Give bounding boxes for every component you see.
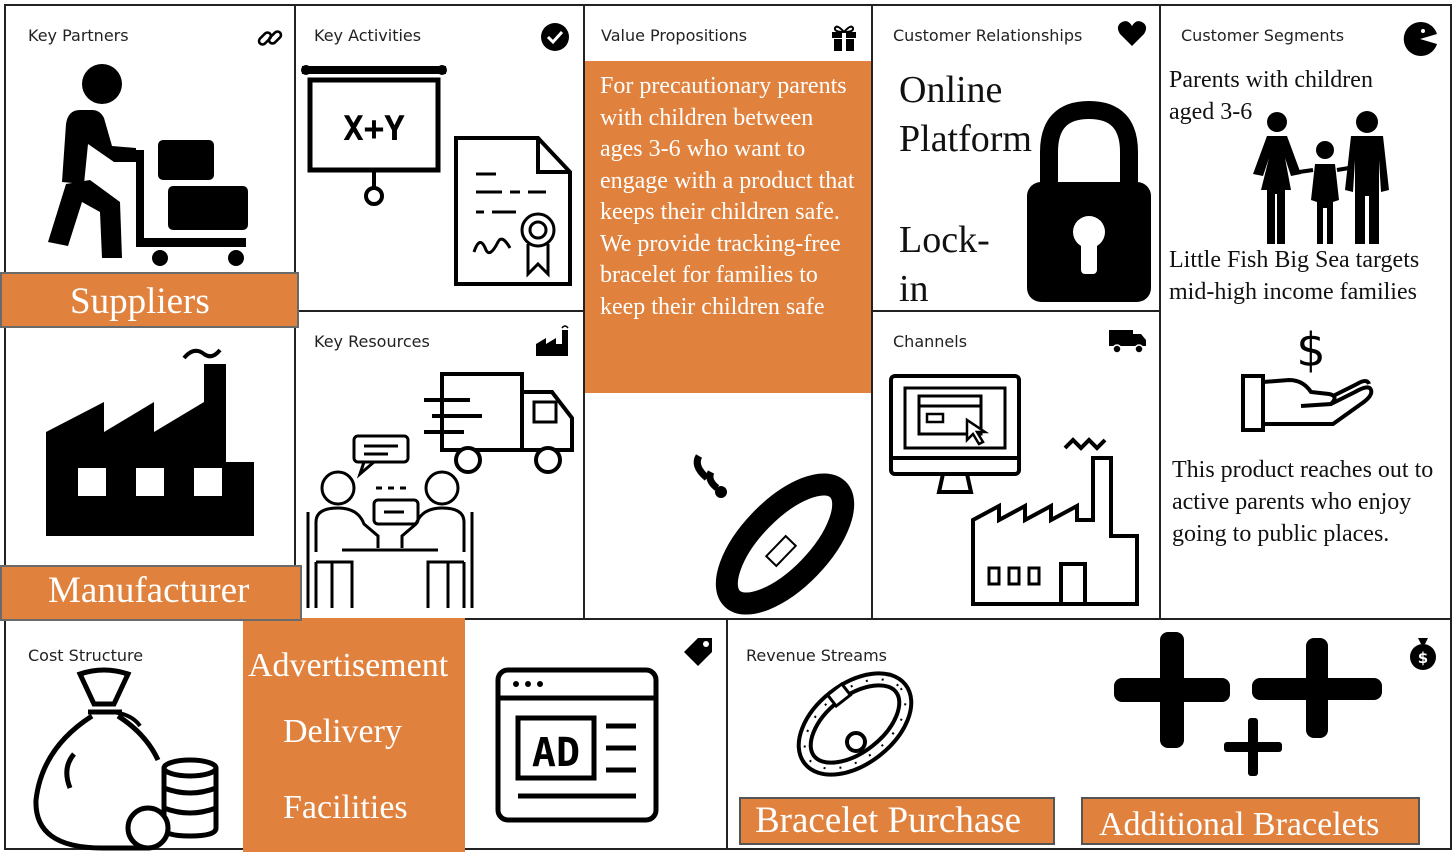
dollar-hand-icon: $	[1241, 322, 1375, 438]
business-model-canvas: Key Partners Key Activities X+Y Key Reso…	[0, 0, 1454, 852]
customer-relationships-header: Customer Relationships	[893, 26, 1083, 45]
customer-segments-header: Customer Segments	[1181, 26, 1345, 45]
segment-text-income: Little Fish Big Sea targets mid-high inc…	[1169, 247, 1420, 305]
partner-manufacturer: Manufacturer	[48, 570, 250, 611]
customer-segments-cell: Customer Segments Parents with children …	[1159, 4, 1452, 620]
cost-items-box: Advertisement Delivery Facilities	[243, 618, 465, 852]
revenue-additional-bracelets: Additional Bracelets	[1099, 806, 1380, 843]
customer-relationships-cell: Customer Relationships Online Platform L…	[871, 4, 1161, 312]
money-bag-icon: $	[1408, 636, 1438, 674]
truck-icon	[1109, 328, 1147, 358]
value-proposition-text: For precautionary parents with children …	[600, 73, 855, 320]
key-partners-header: Key Partners	[28, 26, 129, 45]
key-activities-header: Key Activities	[314, 26, 422, 45]
cost-item-advertisement: Advertisement	[248, 647, 449, 684]
plus-large-icon-2	[1252, 638, 1382, 742]
padlock-icon	[1027, 96, 1151, 306]
person-cart-icon	[40, 62, 250, 271]
cost-item-facilities: Facilities	[283, 789, 408, 826]
revenue-bracelet-purchase-box: Bracelet Purchase	[739, 797, 1055, 845]
money-sack-coins-icon	[32, 667, 222, 856]
value-propositions-header: Value Propositions	[601, 26, 748, 45]
presentation-board-icon: X+Y	[300, 60, 448, 214]
certificate-document-icon	[450, 134, 576, 294]
bracelet-icon	[790, 658, 920, 794]
meeting-people-icon	[302, 432, 480, 612]
factory-icon	[44, 342, 256, 542]
check-circle-icon	[540, 22, 570, 56]
industry-icon	[534, 325, 570, 362]
plus-large-icon	[1114, 632, 1230, 752]
factory-outline-icon	[969, 436, 1141, 612]
partner-manufacturer-box: Manufacturer	[0, 565, 302, 621]
ad-text: AD	[532, 730, 580, 776]
family-icon	[1241, 110, 1397, 248]
svg-text:$: $	[1296, 323, 1325, 377]
wearable-bracelet-icon	[685, 452, 855, 616]
svg-text:$: $	[1418, 649, 1428, 667]
key-activities-cell: Key Activities X+Y	[294, 4, 585, 312]
key-resources-header: Key Resources	[314, 332, 430, 351]
partner-suppliers: Suppliers	[70, 281, 210, 322]
revenue-bracelet-purchase: Bracelet Purchase	[755, 800, 1022, 841]
board-text: X+Y	[343, 109, 405, 149]
segment-text-active: This product reaches out to active paren…	[1172, 457, 1434, 547]
ad-browser-icon: AD	[495, 667, 659, 826]
cost-item-delivery: Delivery	[283, 713, 402, 750]
value-proposition-box: For precautionary parents with children …	[585, 61, 873, 393]
partner-suppliers-box: Suppliers	[0, 272, 299, 328]
link-icon	[256, 24, 284, 56]
price-tag-icon	[684, 636, 714, 670]
gift-icon	[829, 22, 859, 56]
pacman-face-icon	[1401, 20, 1439, 62]
channels-header: Channels	[893, 332, 968, 351]
heart-icon	[1117, 20, 1147, 52]
key-resources-cell: Key Resources	[294, 310, 585, 620]
cost-structure-header: Cost Structure	[28, 646, 144, 665]
relationship-lock-in: Lock-in	[899, 219, 990, 310]
channels-cell: Channels	[871, 310, 1161, 620]
revenue-additional-bracelets-box: Additional Bracelets	[1081, 797, 1420, 845]
